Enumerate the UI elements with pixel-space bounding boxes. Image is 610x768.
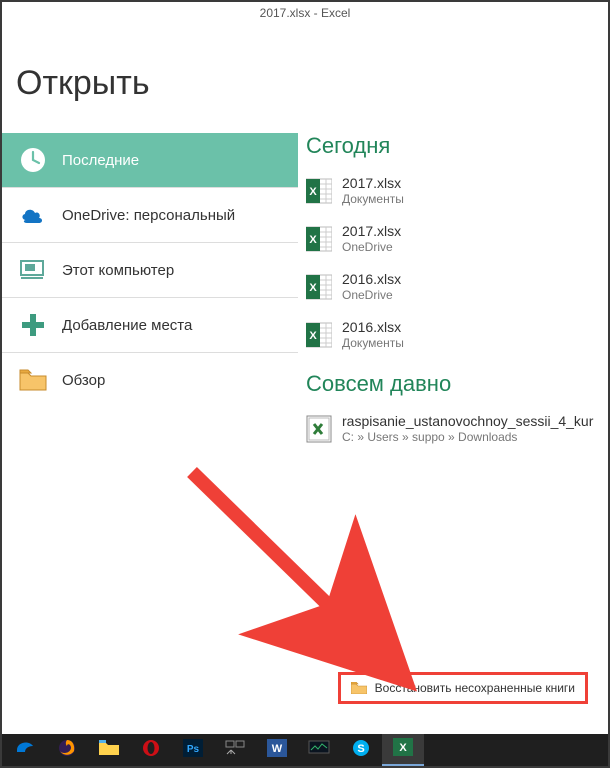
excel-file-icon: X	[306, 320, 332, 350]
nav-thispc[interactable]: Этот компьютер	[2, 243, 298, 297]
page-title: Открыть	[2, 24, 608, 133]
file-item[interactable]: X 2017.xlsxДокументы	[306, 167, 608, 215]
edge-icon	[15, 738, 35, 763]
excel-file-icon: X	[306, 224, 332, 254]
nav-addplace[interactable]: Добавление места	[2, 298, 298, 352]
taskbar-opera[interactable]	[130, 734, 172, 766]
taskbar-explorer[interactable]	[88, 734, 130, 766]
nav-browse[interactable]: Обзор	[2, 353, 298, 407]
taskbar-word[interactable]: W	[256, 734, 298, 766]
file-location: C: » Users » suppo » Downloads	[342, 430, 593, 444]
svg-text:X: X	[309, 186, 317, 198]
photoshop-icon: Ps	[183, 739, 203, 762]
opera-icon	[142, 739, 160, 762]
file-item[interactable]: X 2016.xlsxOneDrive	[306, 263, 608, 311]
file-location: OneDrive	[342, 288, 401, 302]
svg-text:W: W	[272, 743, 283, 755]
recover-label: Восстановить несохраненные книги	[375, 681, 575, 695]
taskbar-edge[interactable]	[4, 734, 46, 766]
titlebar: 2017.xlsx - Excel	[2, 2, 608, 24]
taskbar-skype[interactable]: S	[340, 734, 382, 766]
svg-text:X: X	[309, 282, 317, 294]
file-location: Документы	[342, 336, 404, 350]
folder-icon	[351, 682, 367, 694]
taskbar-firefox[interactable]	[46, 734, 88, 766]
svg-text:Ps: Ps	[187, 744, 200, 755]
word-icon: W	[267, 739, 287, 762]
file-location: Документы	[342, 192, 404, 206]
nav-label: Этот компьютер	[62, 262, 174, 279]
firefox-icon	[57, 738, 77, 763]
taskbar-tasks[interactable]	[214, 734, 256, 766]
excel-file-icon	[306, 414, 332, 444]
plus-icon	[18, 310, 48, 340]
file-name: 2017.xlsx	[342, 224, 401, 239]
nav-label: Обзор	[62, 372, 105, 389]
taskbar-excel[interactable]: X	[382, 734, 424, 766]
monitor-icon	[308, 740, 330, 761]
file-name: 2016.xlsx	[342, 320, 404, 335]
recover-unsaved-button[interactable]: Восстановить несохраненные книги	[338, 672, 588, 704]
tasks-icon	[225, 740, 245, 761]
svg-text:S: S	[357, 743, 364, 755]
files-panel: СегодняX2017.xlsxДокументыX2017.xlsxOneD…	[298, 133, 608, 737]
file-item[interactable]: raspisanie_ustanovochnoy_sessii_4_kurC: …	[306, 405, 608, 453]
section-title: Совсем давно	[306, 371, 608, 397]
file-location: OneDrive	[342, 240, 401, 254]
folder-icon	[18, 365, 48, 395]
nav-label: Последние	[62, 152, 139, 169]
nav-onedrive[interactable]: OneDrive: персональный	[2, 188, 298, 242]
nav-label: OneDrive: персональный	[62, 207, 235, 224]
titlebar-text: 2017.xlsx - Excel	[260, 6, 351, 20]
excel-file-icon: X	[306, 272, 332, 302]
excel-file-icon: X	[306, 176, 332, 206]
nav-label: Добавление места	[62, 317, 192, 334]
taskbar-monitor[interactable]	[298, 734, 340, 766]
file-item[interactable]: X 2017.xlsxOneDrive	[306, 215, 608, 263]
taskbar: Ps W S X	[2, 734, 608, 766]
skype-icon: S	[352, 739, 370, 762]
file-name: 2017.xlsx	[342, 176, 404, 191]
nav-recent[interactable]: Последние	[2, 133, 298, 187]
file-name: 2016.xlsx	[342, 272, 401, 287]
computer-icon	[18, 255, 48, 285]
explorer-icon	[99, 740, 119, 761]
svg-text:X: X	[399, 742, 407, 754]
svg-text:X: X	[309, 330, 317, 342]
cloud-icon	[18, 200, 48, 230]
open-nav: Последние OneDrive: персональный Этот комп…	[2, 133, 298, 737]
file-name: raspisanie_ustanovochnoy_sessii_4_kur	[342, 414, 593, 429]
file-item[interactable]: X 2016.xlsxДокументы	[306, 311, 608, 359]
svg-text:X: X	[309, 234, 317, 246]
excel-icon: X	[393, 738, 413, 761]
taskbar-photoshop[interactable]: Ps	[172, 734, 214, 766]
section-title: Сегодня	[306, 133, 608, 159]
clock-icon	[18, 145, 48, 175]
